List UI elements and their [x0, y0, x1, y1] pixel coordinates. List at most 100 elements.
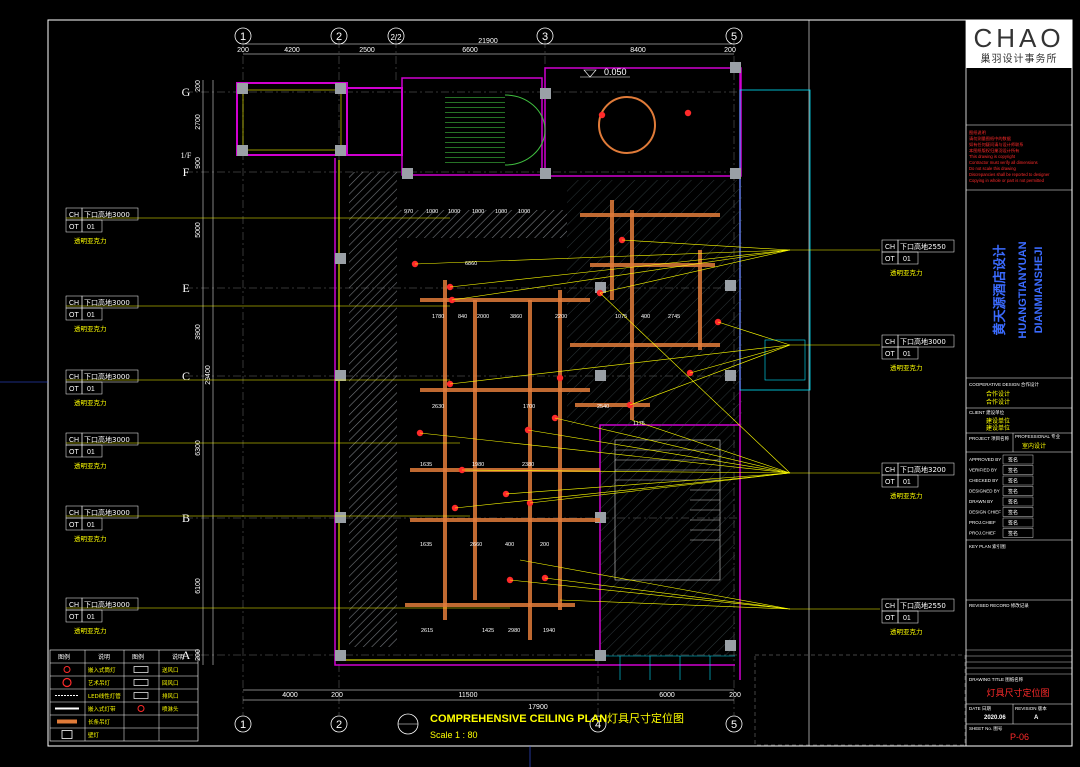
column [335, 650, 346, 661]
plan-dim: 1635 [420, 542, 432, 548]
tag-desc: 透明亚克力 [74, 236, 107, 245]
tag-ot: OT [885, 615, 895, 622]
dim-top: 200 [237, 47, 249, 54]
dim-left: 5000 [195, 222, 202, 238]
dim-left: 2700 [195, 114, 202, 130]
dim-bottom: 6000 [659, 692, 675, 699]
tag-desc: 透明亚克力 [890, 268, 923, 277]
tag-ot: OT [69, 522, 79, 529]
tag-ch: CH [885, 467, 895, 474]
tag-ot: OT [69, 312, 79, 319]
dim-left: 900 [195, 157, 202, 169]
professional-value: 室内设计 [1022, 442, 1046, 450]
legend-item-label: 长条吊灯 [88, 718, 111, 726]
date-value: 2020.06 [984, 715, 1006, 721]
tag-height: 下口高地3000 [84, 210, 130, 219]
red-note: 图纸说明 [969, 129, 986, 136]
dim-top: 8400 [630, 47, 646, 54]
tag-ch: CH [69, 510, 79, 517]
plan-dim: 1700 [523, 404, 535, 410]
plan-dim: 400 [505, 542, 514, 548]
fixture-marker [598, 111, 606, 119]
red-note: Do not scale this drawing [969, 166, 1016, 171]
sign-row-label: VERIFIED BY [969, 468, 997, 473]
dim-left: 3900 [195, 324, 202, 340]
axis-label-row: E [182, 281, 189, 295]
project-name-en2: DIANMIANSHEJI [1033, 247, 1045, 334]
dim-top: 200 [724, 47, 736, 54]
sign-row-value: 签名 [1008, 520, 1018, 527]
column [335, 145, 346, 156]
legend-header: 图例 [132, 653, 144, 661]
dim-top-total: 21900 [478, 38, 498, 45]
client-cn-1: 建设单位 [986, 417, 1010, 425]
plan-dim: 200 [540, 542, 549, 548]
column [335, 370, 346, 381]
fixture-marker [684, 109, 692, 117]
tag-height: 下口高地2550 [900, 242, 946, 251]
sign-row-value: 签名 [1008, 478, 1018, 485]
tag-height: 下口高地3000 [900, 337, 946, 346]
cooperative-cn-1: 合作设计 [986, 390, 1010, 398]
column [725, 280, 736, 291]
plan-dim: 400 [641, 314, 650, 320]
tag-height: 下口高地3000 [84, 600, 130, 609]
tag-ot: OT [69, 614, 79, 621]
plan-dim: 2380 [522, 462, 534, 468]
plan-dim: 1000 [448, 209, 460, 215]
dim-left: 6100 [195, 578, 202, 594]
axis-label-col: 2 [336, 31, 342, 43]
tag-num: 01 [903, 256, 911, 263]
sign-row-value: 签名 [1008, 467, 1018, 474]
sign-row-label: PROJ.CHIEF [969, 520, 996, 525]
revision-value: A [1034, 715, 1039, 721]
plan-dim: 2980 [508, 628, 520, 634]
tag-desc: 透明亚克力 [74, 626, 107, 635]
dim-bottom-total: 17900 [528, 704, 548, 711]
tag-ch: CH [69, 300, 79, 307]
legend-item-label: 排风口 [162, 692, 179, 700]
sign-row-value: 签名 [1008, 530, 1018, 537]
tag-num: 01 [87, 449, 95, 456]
plan-dim: 1940 [543, 628, 555, 634]
stair-green [445, 95, 505, 165]
tag-ot: OT [885, 256, 895, 263]
red-note: Contractor must verify all dimensions [969, 160, 1038, 165]
dim-left: 200 [195, 649, 202, 661]
drawing-scale: Scale 1 : 80 [430, 730, 478, 740]
drawing-title-cn: 灯具尺寸定位图 [607, 711, 684, 725]
brand-sub: 巢羽设计事务所 [981, 52, 1058, 65]
sign-row-label: CHECKED BY [969, 478, 998, 483]
revised-label: REVISED RECORD 修改记录 [969, 602, 1029, 609]
professional-label: PROFESSIONAL 专业 [1015, 433, 1061, 440]
axis-label-col: 5 [731, 31, 737, 43]
tag-desc: 透明亚克力 [890, 363, 923, 372]
plan-dim: 2000 [477, 314, 489, 320]
column [540, 88, 551, 99]
tag-ot: OT [885, 479, 895, 486]
tag-num: 01 [87, 614, 95, 621]
axis-label-col: 1 [240, 31, 246, 43]
sign-row-value: 签名 [1008, 499, 1018, 506]
plan-dim: 2745 [668, 314, 680, 320]
legend-header: 说明 [172, 653, 184, 661]
column [335, 512, 346, 523]
sheet-value: P-06 [1010, 732, 1029, 742]
axis-label-col: 1 [240, 719, 246, 731]
plan-dim: 2615 [421, 628, 433, 634]
legend-item-label: 喷淋头 [162, 705, 179, 713]
drawing-title: 灯具尺寸定位图 [986, 687, 1049, 699]
tag-ch: CH [885, 339, 895, 346]
revision-label: REVISION 版本 [1015, 705, 1047, 712]
tag-desc: 透明亚克力 [74, 324, 107, 333]
column [725, 640, 736, 651]
red-note: 如有任何疑问请与设计师联系 [969, 141, 1023, 148]
column [730, 62, 741, 73]
tag-desc: 透明亚克力 [74, 461, 107, 470]
tag-desc: 透明亚克力 [74, 534, 107, 543]
column [595, 650, 606, 661]
sign-row-label: DRAWN BY [969, 499, 993, 504]
tag-height: 下口高地3000 [84, 298, 130, 307]
tag-ch: CH [69, 374, 79, 381]
plan-dim: 1000 [426, 209, 438, 215]
